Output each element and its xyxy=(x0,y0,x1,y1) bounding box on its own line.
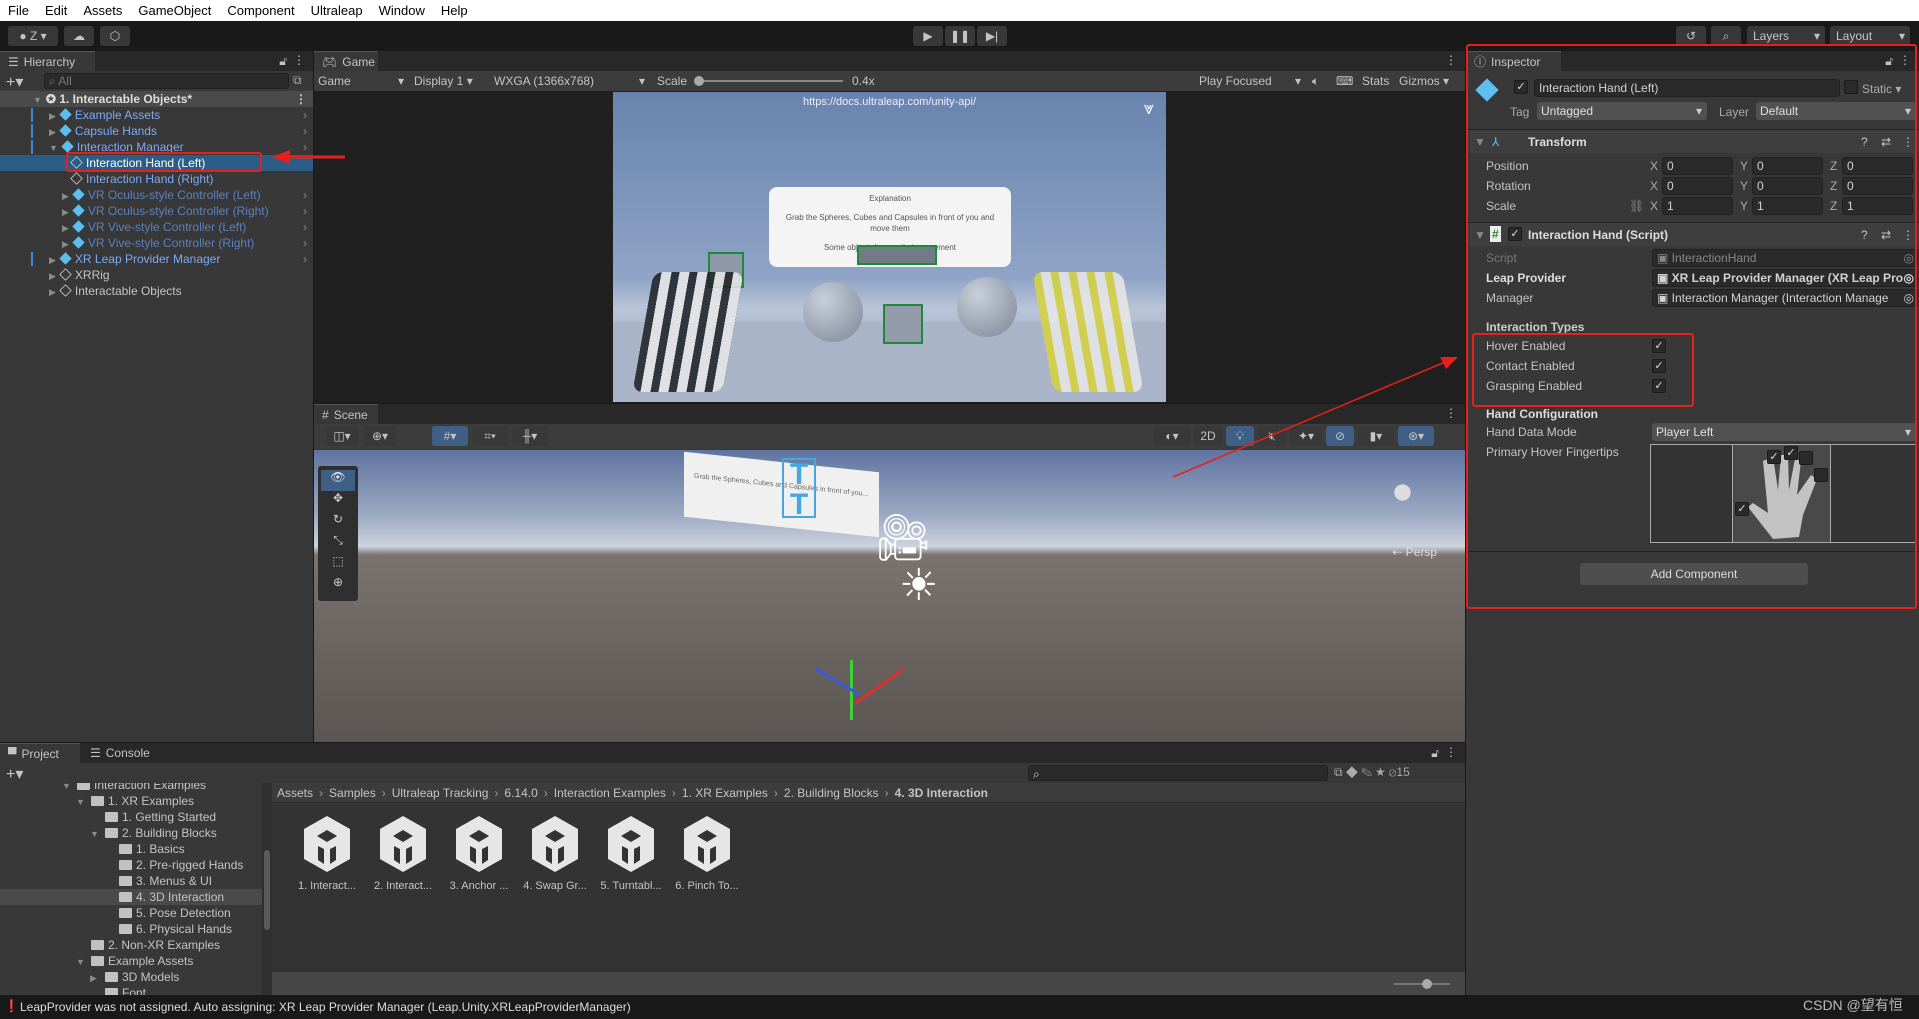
arrowhead xyxy=(272,150,290,164)
annotation-arrows xyxy=(272,150,1458,478)
arrow-line xyxy=(1172,361,1446,478)
